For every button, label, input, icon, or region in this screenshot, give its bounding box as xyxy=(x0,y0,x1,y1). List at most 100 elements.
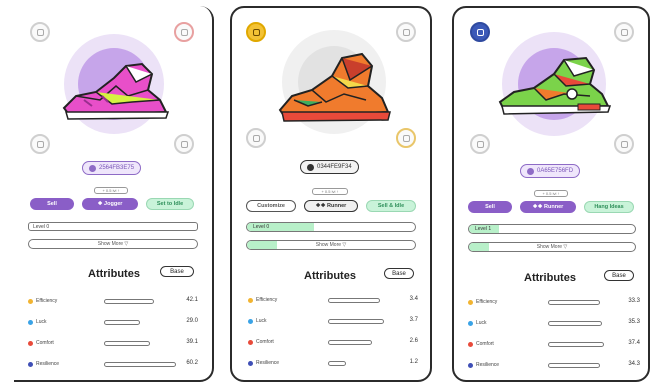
attr-value: 1.2 xyxy=(409,359,418,365)
level-up-hint: + 0.5 lvl ↑ xyxy=(94,187,128,194)
luck-track xyxy=(328,319,384,324)
token-id: 0A65E756FD xyxy=(537,168,574,174)
attr-row-resilience: Resilience 60.2 xyxy=(28,360,206,370)
lock-slot-top-left[interactable] xyxy=(246,22,266,42)
level-bar: Level 1 xyxy=(468,224,636,234)
lock-icon xyxy=(36,28,44,36)
resilience-track xyxy=(104,362,176,367)
slot-top-right[interactable] xyxy=(614,22,634,42)
attr-value: 37.4 xyxy=(628,340,640,346)
efficiency-track xyxy=(104,299,154,304)
resilience-track xyxy=(328,361,346,366)
attr-row-efficiency: Efficiency 3.4 xyxy=(248,296,426,306)
attr-name: Efficiency xyxy=(256,297,278,303)
attr-value: 3.4 xyxy=(409,296,418,302)
slot-top-right[interactable] xyxy=(396,22,416,42)
attr-name: Resilience xyxy=(36,361,60,367)
show-more-bar[interactable]: Show More ▽ xyxy=(468,242,636,252)
token-icon xyxy=(527,167,534,175)
token-icon xyxy=(307,163,314,171)
sneaker-image[interactable] xyxy=(56,56,176,122)
attr-name: Luck xyxy=(476,320,487,326)
sneaker-image[interactable] xyxy=(494,48,614,118)
luck-track xyxy=(104,320,140,325)
slot-bottom-left[interactable] xyxy=(30,134,50,154)
lock-icon xyxy=(252,134,260,142)
sneaker-image[interactable] xyxy=(274,46,396,126)
attr-name: Comfort xyxy=(36,340,54,346)
token-id-badge[interactable]: 0A65E756FD xyxy=(520,164,581,178)
sell-button[interactable]: Sell xyxy=(30,198,74,210)
show-more-label: Show More ▽ xyxy=(536,244,568,250)
base-button[interactable]: Base xyxy=(160,266,194,277)
token-id-badge[interactable]: 0344FE9F34 xyxy=(300,160,359,174)
resilience-dot-icon xyxy=(28,362,33,367)
slot-bottom-right[interactable] xyxy=(614,134,634,154)
show-more-label: Show More ▽ xyxy=(315,242,347,248)
base-button[interactable]: Base xyxy=(384,268,414,279)
attr-row-comfort: Comfort 39.1 xyxy=(28,339,206,349)
attr-value: 35.3 xyxy=(628,319,640,325)
comfort-track xyxy=(548,342,604,347)
sneaker-card-2[interactable]: 0344FE9F34 + 0.5 lvl ↑ Customize ❖❖ Runn… xyxy=(230,6,432,382)
efficiency-dot-icon xyxy=(28,299,33,304)
luck-track xyxy=(548,321,602,326)
lock-icon xyxy=(252,28,260,36)
token-id: 0344FE9F34 xyxy=(317,164,352,170)
attr-value: 34.3 xyxy=(628,361,640,367)
idle-button[interactable]: Sell & Idle xyxy=(366,200,416,212)
attributes-title: Attributes xyxy=(304,270,356,282)
token-id-badge[interactable]: 2564FB3E75 xyxy=(82,161,142,175)
idle-button[interactable]: Set to Idle xyxy=(146,198,194,210)
attr-row-resilience: Resilience 1.2 xyxy=(248,359,426,369)
type-button[interactable]: ❖❖ Runner xyxy=(304,200,358,212)
type-button[interactable]: ❖ Jogger xyxy=(82,198,138,210)
slot-bottom-left[interactable] xyxy=(246,128,266,148)
slot-bottom-right[interactable] xyxy=(174,134,194,154)
luck-dot-icon xyxy=(28,320,33,325)
lock-slot-top-left[interactable] xyxy=(30,22,50,42)
attr-value: 2.6 xyxy=(409,338,418,344)
luck-dot-icon xyxy=(248,319,253,324)
efficiency-dot-icon xyxy=(248,298,253,303)
comfort-dot-icon xyxy=(468,342,473,347)
level-label: Level 0 xyxy=(253,224,270,230)
token-icon xyxy=(89,164,96,172)
show-more-bar[interactable]: Show More ▽ xyxy=(28,239,198,249)
attr-name: Resilience xyxy=(256,360,280,366)
lock-slot-top-left[interactable] xyxy=(470,22,490,42)
slot-top-right[interactable] xyxy=(174,22,194,42)
attr-name: Luck xyxy=(36,319,47,325)
attributes-title: Attributes xyxy=(524,272,576,284)
lock-icon xyxy=(620,28,628,36)
attr-name: Efficiency xyxy=(36,298,58,304)
idle-button[interactable]: Hang Ideas xyxy=(584,201,634,213)
attr-name: Comfort xyxy=(476,341,494,347)
sell-button[interactable]: Sell xyxy=(468,201,512,213)
show-more-bar[interactable]: Show More ▽ xyxy=(246,240,416,250)
attr-name: Luck xyxy=(256,318,267,324)
show-more-label: Show More ▽ xyxy=(97,241,129,247)
level-up-hint: + 0.5 lvl ↑ xyxy=(534,190,568,197)
lock-icon xyxy=(402,134,410,142)
efficiency-track xyxy=(548,300,600,305)
attr-row-resilience: Resilience 34.3 xyxy=(468,361,644,371)
type-button[interactable]: ❖❖ Runner xyxy=(520,201,576,213)
comfort-track xyxy=(328,340,372,345)
sneaker-card-3[interactable]: 0A65E756FD + 0.5 lvl ↑ Sell ❖❖ Runner Ha… xyxy=(452,6,650,382)
attr-row-efficiency: Efficiency 42.1 xyxy=(28,297,206,307)
sneaker-card-1[interactable]: 2564FB3E75 + 0.5 lvl ↑ Sell ❖ Jogger Set… xyxy=(14,6,214,382)
customize-button[interactable]: Customize xyxy=(246,200,296,212)
level-bar: Level 0 xyxy=(28,222,198,231)
comfort-dot-icon xyxy=(28,341,33,346)
lock-icon xyxy=(476,28,484,36)
attr-value: 3.7 xyxy=(409,317,418,323)
slot-bottom-left[interactable] xyxy=(470,134,490,154)
slot-bottom-right[interactable] xyxy=(396,128,416,148)
attr-row-comfort: Comfort 2.6 xyxy=(248,338,426,348)
efficiency-dot-icon xyxy=(468,300,473,305)
lock-icon xyxy=(476,140,484,148)
lock-icon xyxy=(180,140,188,148)
base-button[interactable]: Base xyxy=(604,270,634,281)
attr-name: Efficiency xyxy=(476,299,498,305)
